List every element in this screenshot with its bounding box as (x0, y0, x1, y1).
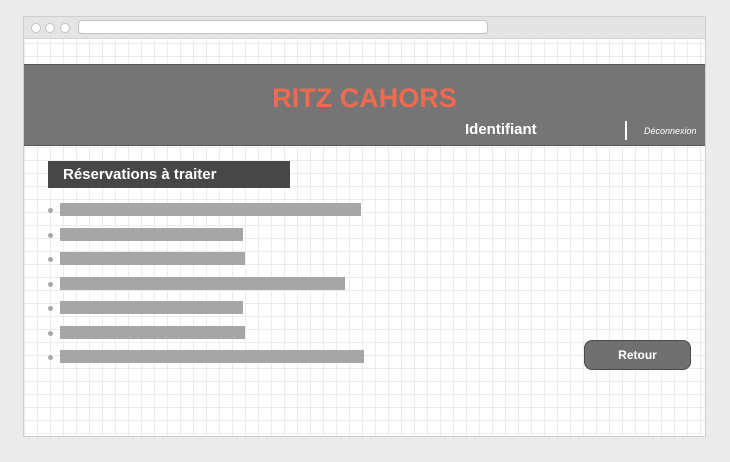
bullet-icon (48, 355, 53, 360)
site-header: RITZ CAHORS Identifiant Déconnexion (24, 64, 705, 146)
window-close-dot[interactable] (31, 23, 41, 33)
placeholder-text-bar (60, 252, 245, 265)
bullet-icon (48, 208, 53, 213)
address-bar[interactable] (78, 20, 488, 34)
window-maximize-dot[interactable] (60, 23, 70, 33)
window-minimize-dot[interactable] (45, 23, 55, 33)
bullet-icon (48, 306, 53, 311)
logout-link[interactable]: Déconnexion (644, 126, 697, 136)
back-button[interactable]: Retour (584, 340, 691, 370)
bullet-icon (48, 257, 53, 262)
user-identifier: Identifiant (465, 121, 537, 138)
placeholder-text-bar (60, 325, 245, 339)
placeholder-text-bar (60, 350, 364, 363)
brand-title: RITZ CAHORS (272, 83, 457, 113)
placeholder-text-bar (60, 276, 345, 290)
header-divider (625, 121, 627, 140)
browser-window: RITZ CAHORS Identifiant Déconnexion Rése… (23, 16, 706, 437)
browser-toolbar (24, 17, 705, 39)
placeholder-text-bar (60, 301, 243, 314)
bullet-icon (48, 330, 53, 336)
placeholder-text-bar (60, 203, 361, 216)
section-title: Réservations à traiter (48, 161, 290, 188)
bullet-icon (48, 281, 53, 287)
placeholder-text-bar (60, 227, 243, 241)
bullet-icon (48, 232, 53, 238)
